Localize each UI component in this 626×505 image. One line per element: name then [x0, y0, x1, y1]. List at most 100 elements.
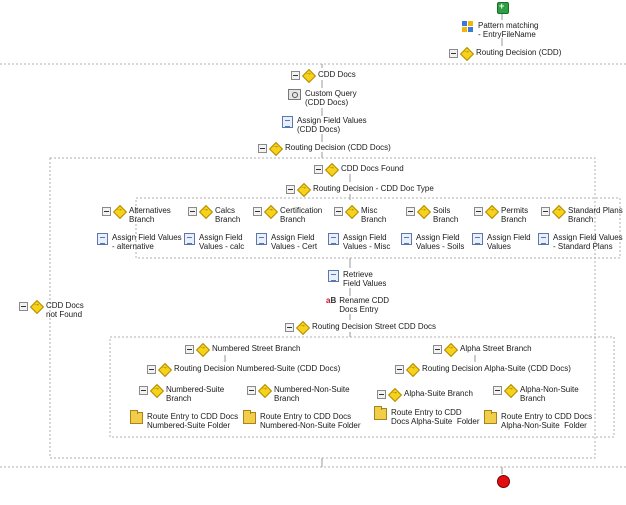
decision-diamond-icon	[114, 205, 125, 217]
decision-diamond-icon	[505, 384, 516, 396]
assign-cert[interactable]: Assign Field Values - Cert	[256, 233, 317, 251]
decision-diamond-icon	[298, 183, 309, 195]
collapse-icon[interactable]	[247, 386, 256, 395]
collapse-icon[interactable]	[541, 207, 550, 216]
route-folder-icon	[130, 410, 143, 424]
collapse-icon[interactable]	[185, 345, 194, 354]
collapse-icon[interactable]	[147, 365, 156, 374]
node-label: Misc Branch	[361, 206, 387, 224]
assign-misc[interactable]: Assign Field Values - Misc	[328, 233, 390, 251]
collapse-icon[interactable]	[314, 165, 323, 174]
soils-branch[interactable]: Soils Branch	[406, 205, 458, 224]
route-alpha-suite[interactable]: Route Entry to CDD Docs Alpha-Suite Fold…	[374, 406, 480, 426]
decision-diamond-icon	[445, 343, 456, 355]
permits-branch[interactable]: Permits Branch	[474, 205, 528, 224]
routing-decision-alpha-suite[interactable]: Routing Decision Alpha-Suite (CDD Docs)	[395, 363, 571, 375]
assign-alternative[interactable]: Assign Field Values - alternative	[97, 233, 182, 251]
node-label: Route Entry to CDD Docs Numbered-Non-Sui…	[260, 412, 361, 430]
alpha-non-suite-branch[interactable]: Alpha-Non-Suite Branch	[493, 384, 579, 403]
routing-decision-street[interactable]: Routing Decision Street CDD Docs	[285, 321, 436, 333]
node-label: Route Entry to CDD Docs Alpha-Suite Fold…	[391, 408, 480, 426]
collapse-icon[interactable]	[286, 185, 295, 194]
collapse-icon[interactable]	[395, 365, 404, 374]
custom-query-node[interactable]: Custom Query (CDD Docs)	[288, 89, 357, 107]
node-label: Assign Field Values - Cert	[271, 233, 318, 251]
cdd-docs-branch[interactable]: CDD Docs	[291, 69, 356, 81]
assign-soils[interactable]: Assign Field Values - Soils	[401, 233, 464, 251]
pattern-matching-node[interactable]: Pattern matching - EntryFileName	[462, 21, 538, 39]
assign-calc[interactable]: Assign Field Values - calc	[184, 233, 244, 251]
collapse-icon[interactable]	[102, 207, 111, 216]
assign-document-icon	[538, 233, 549, 245]
collapse-icon[interactable]	[139, 386, 148, 395]
cdd-docs-not-found-branch[interactable]: CDD Docs not Found	[19, 300, 84, 319]
collapse-icon[interactable]	[449, 49, 458, 58]
calcs-branch[interactable]: Calcs Branch	[188, 205, 241, 224]
standard-plans-branch[interactable]: Standard Plans Branch	[541, 205, 623, 224]
end-icon[interactable]	[497, 475, 510, 488]
collapse-icon[interactable]	[258, 144, 267, 153]
decision-diamond-icon	[159, 363, 170, 375]
collapse-icon[interactable]	[253, 207, 262, 216]
collapse-icon[interactable]	[406, 207, 415, 216]
node-label: Routing Decision - CDD Doc Type	[313, 184, 434, 193]
route-folder-icon	[374, 406, 387, 420]
node-label: Alpha Street Branch	[460, 344, 532, 353]
node-label: Custom Query (CDD Docs)	[305, 89, 357, 107]
decision-diamond-icon	[303, 69, 314, 81]
alpha-street-branch[interactable]: Alpha Street Branch	[433, 343, 532, 355]
assign-document-icon	[282, 116, 293, 128]
assign-field-values-cdd-docs[interactable]: Assign Field Values (CDD Docs)	[282, 116, 367, 134]
alternatives-branch[interactable]: Alternatives Branch	[102, 205, 171, 224]
route-numbered-non-suite[interactable]: Route Entry to CDD Docs Numbered-Non-Sui…	[243, 410, 361, 430]
node-label: Numbered Street Branch	[212, 344, 301, 353]
node-label: Numbered-Non-Suite Branch	[274, 385, 350, 403]
collapse-icon[interactable]	[493, 386, 502, 395]
collapse-icon[interactable]	[188, 207, 197, 216]
routing-decision-doc-type[interactable]: Routing Decision - CDD Doc Type	[286, 183, 434, 195]
collapse-icon[interactable]	[291, 71, 300, 80]
cdd-docs-found-branch[interactable]: CDD Docs Found	[314, 163, 404, 175]
collapse-icon[interactable]	[474, 207, 483, 216]
node-label: Assign Field Values (CDD Docs)	[297, 116, 367, 134]
decision-diamond-icon	[346, 205, 357, 217]
collapse-icon[interactable]	[285, 323, 294, 332]
decision-diamond-icon	[259, 384, 270, 396]
start-icon[interactable]	[497, 1, 509, 14]
assign-values[interactable]: Assign Field Values	[472, 233, 531, 251]
alpha-suite-branch[interactable]: Alpha-Suite Branch	[377, 388, 473, 400]
node-label: CDD Docs not Found	[46, 301, 84, 319]
assign-document-icon	[401, 233, 412, 245]
route-numbered-suite[interactable]: Route Entry to CDD Docs Numbered-Suite F…	[130, 410, 239, 430]
collapse-icon[interactable]	[377, 390, 386, 399]
route-alpha-non-suite[interactable]: Route Entry to CDD Docs Alpha-Non-Suite …	[484, 410, 592, 430]
decision-diamond-icon	[418, 205, 429, 217]
assign-standard-plans[interactable]: Assign Field Values - Standard Plans	[538, 233, 623, 251]
retrieve-field-values[interactable]: Retrieve Field Values	[328, 270, 386, 288]
node-label: Route Entry to CDD Docs Numbered-Suite F…	[147, 412, 239, 430]
numbered-street-branch[interactable]: Numbered Street Branch	[185, 343, 301, 355]
node-label: Assign Field Values - calc	[199, 233, 245, 251]
node-label: Numbered-Suite Branch	[166, 385, 225, 403]
rename-entry[interactable]: aB Rename CDD Docs Entry	[326, 296, 389, 314]
collapse-icon[interactable]	[19, 302, 28, 311]
node-label: Rename CDD Docs Entry	[339, 296, 390, 314]
decision-diamond-icon	[326, 163, 337, 175]
routing-decision-numbered-suite[interactable]: Routing Decision Numbered-Suite (CDD Doc…	[147, 363, 340, 375]
collapse-icon[interactable]	[334, 207, 343, 216]
decision-diamond-icon	[297, 321, 308, 333]
numbered-non-suite-branch[interactable]: Numbered-Non-Suite Branch	[247, 384, 350, 403]
numbered-suite-branch[interactable]: Numbered-Suite Branch	[139, 384, 225, 403]
node-label: Alpha-Suite Branch	[404, 389, 473, 398]
decision-diamond-icon	[200, 205, 211, 217]
node-label: Routing Decision (CDD)	[476, 48, 562, 57]
certification-branch[interactable]: Certification Branch	[253, 205, 322, 224]
assign-document-icon	[97, 233, 108, 245]
routing-decision-cdd-docs[interactable]: Routing Decision (CDD Docs)	[258, 142, 391, 154]
misc-branch[interactable]: Misc Branch	[334, 205, 387, 224]
node-label: Alternatives Branch	[129, 206, 171, 224]
routing-decision-cdd[interactable]: Routing Decision (CDD)	[449, 47, 562, 59]
node-label: Calcs Branch	[215, 206, 241, 224]
node-label: Assign Field Values - Soils	[416, 233, 465, 251]
collapse-icon[interactable]	[433, 345, 442, 354]
